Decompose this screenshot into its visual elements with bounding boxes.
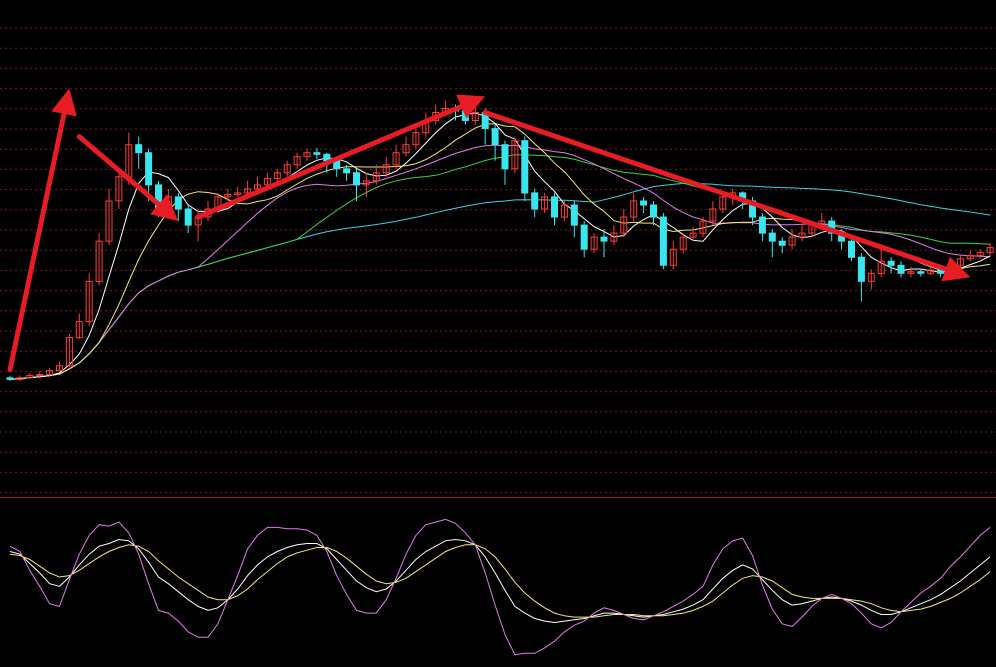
candle-body-down bbox=[887, 260, 895, 266]
candle-body-down bbox=[640, 200, 648, 206]
candle-body-down bbox=[768, 232, 776, 242]
candle-body-down bbox=[6, 377, 14, 380]
candle-body-down bbox=[659, 216, 667, 266]
candle-body-down bbox=[531, 192, 539, 210]
candle-body-down bbox=[145, 152, 153, 186]
candle-body-down bbox=[897, 264, 905, 274]
chart-background bbox=[0, 0, 996, 667]
candle-body-down bbox=[501, 144, 509, 170]
candle-body-down bbox=[758, 216, 766, 234]
candle-body-down bbox=[848, 240, 855, 258]
candle-body-down bbox=[343, 168, 351, 174]
candle-body-down bbox=[521, 140, 529, 194]
candle-body-down bbox=[857, 256, 865, 282]
candle bbox=[848, 237, 855, 262]
candle bbox=[521, 136, 529, 201]
candle-body-down bbox=[917, 271, 925, 274]
candle-body-down bbox=[313, 152, 321, 155]
candle-body-down bbox=[135, 144, 143, 154]
candle-body-down bbox=[600, 236, 608, 242]
stock-chart-window bbox=[0, 0, 996, 667]
candle-body-down bbox=[778, 240, 786, 246]
candle-body-down bbox=[184, 208, 192, 226]
candle-body-down bbox=[174, 196, 182, 210]
candle-body-down bbox=[353, 172, 360, 186]
candle-body-down bbox=[650, 204, 657, 218]
candle-body-down bbox=[570, 204, 578, 226]
candle-body-down bbox=[580, 224, 588, 250]
candle bbox=[659, 213, 667, 270]
candle-body-down bbox=[551, 196, 558, 218]
candle-body-down bbox=[491, 128, 499, 146]
candle-body-up bbox=[36, 374, 44, 377]
chart-canvas bbox=[0, 0, 996, 667]
